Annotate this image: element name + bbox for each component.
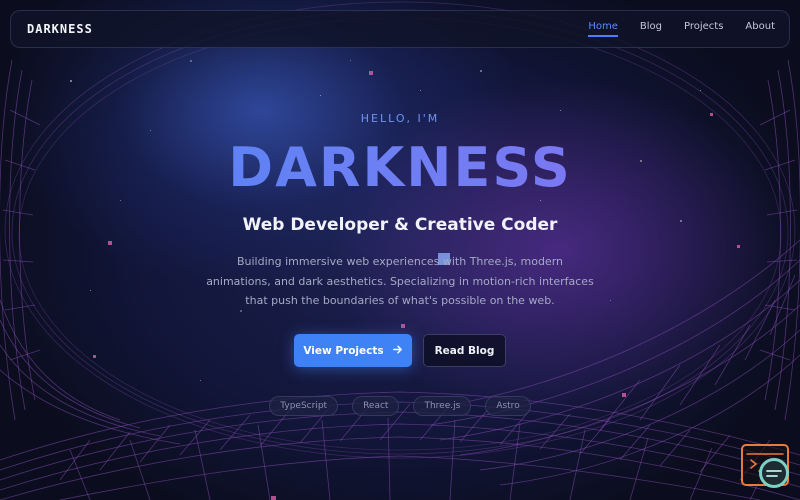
read-blog-label: Read Blog	[434, 344, 495, 357]
nav-link-blog[interactable]: Blog	[640, 21, 662, 37]
tag-typescript: TypeScript	[269, 396, 339, 416]
nav-links: Home Blog Projects About	[588, 21, 775, 37]
avatar[interactable]	[759, 458, 789, 488]
brand-logo[interactable]: DARKNESS	[27, 22, 93, 36]
view-projects-button[interactable]: View Projects	[294, 334, 412, 367]
read-blog-button[interactable]: Read Blog	[423, 334, 506, 367]
nav-link-about[interactable]: About	[745, 21, 775, 37]
wireframe-mesh	[0, 1, 800, 500]
tech-tags: TypeScript React Three.js Astro	[0, 396, 800, 416]
hero-name: DARKNESS	[0, 136, 800, 199]
nav-link-home[interactable]: Home	[588, 21, 618, 37]
hero-description: Building immersive web experiences with …	[206, 255, 594, 307]
tag-threejs: Three.js	[413, 396, 472, 416]
arrow-right-icon	[392, 344, 403, 358]
top-navbar: DARKNESS Home Blog Projects About	[10, 10, 790, 48]
tag-react: React	[352, 396, 400, 416]
tag-astro: Astro	[485, 396, 531, 416]
hero-greeting: HELLO, I'M	[360, 112, 440, 125]
nav-link-projects[interactable]: Projects	[684, 21, 723, 37]
hero-role: Web Developer & Creative Coder	[242, 215, 558, 235]
view-projects-label: View Projects	[303, 344, 384, 357]
